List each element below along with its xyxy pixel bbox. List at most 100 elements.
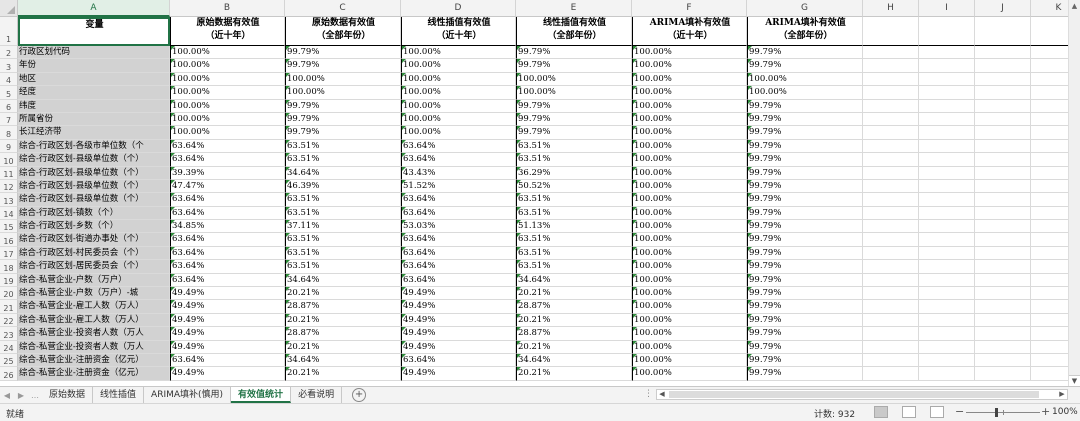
value-cell[interactable]: 39.39% [170, 166, 285, 180]
value-cell[interactable]: 28.87% [516, 327, 632, 341]
value-cell[interactable]: 20.21% [516, 340, 632, 354]
value-cell[interactable]: 63.64% [170, 193, 285, 207]
empty-cell[interactable] [975, 139, 1031, 154]
page-break-view-icon[interactable] [930, 406, 944, 418]
value-cell[interactable]: 51.52% [401, 179, 516, 194]
variable-name-cell[interactable]: 综合-行政区划-居民委员会（个） [18, 260, 170, 274]
value-cell[interactable]: 49.49% [170, 327, 285, 341]
sheet-tab[interactable]: 必看说明 [291, 387, 343, 403]
value-cell[interactable]: 100.00% [632, 340, 747, 354]
value-cell[interactable]: 49.49% [401, 313, 516, 328]
empty-cell[interactable] [863, 206, 919, 221]
variable-name-cell[interactable]: 年份 [18, 59, 170, 73]
value-cell[interactable]: 99.79% [516, 99, 632, 113]
row-number[interactable]: 16 [0, 233, 18, 247]
row-number[interactable]: 24 [0, 340, 18, 354]
value-cell[interactable]: 100.00% [170, 112, 285, 127]
variable-name-cell[interactable]: 综合-行政区划-县级单位数（个） [18, 153, 170, 167]
select-all-corner[interactable] [0, 0, 18, 17]
value-cell[interactable]: 100.00% [632, 193, 747, 207]
row-number[interactable]: 8 [0, 126, 18, 140]
empty-cell[interactable] [919, 313, 975, 328]
variable-name-cell[interactable]: 综合-行政区划-县级单位数（个） [18, 179, 170, 194]
empty-cell[interactable] [975, 46, 1031, 60]
value-cell[interactable]: 100.00% [632, 179, 747, 194]
value-cell[interactable]: 100.00% [632, 367, 747, 381]
value-cell[interactable]: 99.79% [285, 126, 401, 140]
sheet-tab[interactable]: ARIMA填补(慎用) [144, 387, 232, 403]
value-cell[interactable]: 100.00% [401, 126, 516, 140]
sheet-tab[interactable]: 原始数据 [42, 387, 94, 403]
empty-cell[interactable] [863, 353, 919, 368]
value-cell[interactable]: 46.39% [285, 179, 401, 194]
value-cell[interactable]: 100.00% [632, 86, 747, 100]
value-cell[interactable]: 99.79% [747, 367, 863, 381]
value-cell[interactable]: 63.51% [516, 206, 632, 221]
value-cell[interactable]: 100.00% [401, 59, 516, 73]
row-number[interactable]: 26 [0, 367, 18, 381]
value-cell[interactable]: 100.00% [170, 46, 285, 60]
value-cell[interactable]: 34.85% [170, 220, 285, 234]
value-cell[interactable]: 63.51% [285, 246, 401, 261]
value-cell[interactable]: 100.00% [632, 99, 747, 113]
value-cell[interactable]: 100.00% [632, 233, 747, 247]
value-cell[interactable]: 20.21% [516, 313, 632, 328]
value-cell[interactable]: 99.79% [516, 59, 632, 73]
value-cell[interactable]: 63.51% [285, 153, 401, 167]
value-cell[interactable]: 99.79% [747, 99, 863, 113]
empty-cell[interactable] [975, 246, 1031, 261]
column-title-cell[interactable]: ARIMA填补有效值 （近十年） [632, 17, 747, 46]
value-cell[interactable]: 63.51% [516, 153, 632, 167]
empty-cell[interactable] [919, 126, 975, 140]
empty-cell[interactable] [975, 367, 1031, 381]
value-cell[interactable]: 20.21% [285, 287, 401, 301]
variable-name-cell[interactable]: 综合-行政区划-镇数（个） [18, 206, 170, 221]
empty-cell[interactable] [919, 220, 975, 234]
row-number[interactable]: 14 [0, 206, 18, 221]
empty-cell[interactable] [975, 313, 1031, 328]
value-cell[interactable]: 100.00% [170, 59, 285, 73]
value-cell[interactable]: 53.03% [401, 220, 516, 234]
value-cell[interactable]: 99.79% [285, 112, 401, 127]
empty-cell[interactable] [919, 153, 975, 167]
empty-cell[interactable] [919, 206, 975, 221]
value-cell[interactable]: 99.79% [747, 139, 863, 154]
value-cell[interactable]: 100.00% [632, 126, 747, 140]
value-cell[interactable]: 100.00% [632, 139, 747, 154]
value-cell[interactable]: 99.79% [747, 327, 863, 341]
scroll-up-icon[interactable]: ▲ [1071, 2, 1078, 12]
value-cell[interactable]: 100.00% [170, 72, 285, 87]
empty-cell[interactable] [919, 86, 975, 100]
zoom-in-icon[interactable]: + [1041, 405, 1050, 418]
empty-cell[interactable] [863, 112, 919, 127]
row-number[interactable]: 12 [0, 179, 18, 194]
column-title-cell[interactable]: 变量 [18, 17, 170, 46]
empty-cell[interactable] [975, 260, 1031, 274]
column-header-i[interactable]: I [919, 0, 975, 17]
value-cell[interactable]: 63.64% [170, 139, 285, 154]
value-cell[interactable]: 63.51% [285, 139, 401, 154]
empty-cell[interactable] [919, 72, 975, 87]
empty-cell[interactable] [863, 367, 919, 381]
value-cell[interactable]: 63.64% [170, 153, 285, 167]
value-cell[interactable]: 100.00% [632, 72, 747, 87]
value-cell[interactable]: 99.79% [747, 233, 863, 247]
row-number[interactable]: 9 [0, 139, 18, 154]
more-sheets-icon[interactable]: … [28, 391, 42, 400]
value-cell[interactable]: 100.00% [285, 86, 401, 100]
empty-cell[interactable] [863, 166, 919, 180]
column-header-b[interactable]: B [170, 0, 285, 17]
value-cell[interactable]: 100.00% [632, 353, 747, 368]
value-cell[interactable]: 100.00% [632, 260, 747, 274]
empty-cell[interactable] [975, 193, 1031, 207]
value-cell[interactable]: 100.00% [632, 287, 747, 301]
row-number[interactable]: 10 [0, 153, 18, 167]
normal-view-icon[interactable] [874, 406, 888, 418]
sheet-tab[interactable]: 线性插值 [93, 387, 145, 403]
empty-cell[interactable] [919, 246, 975, 261]
value-cell[interactable]: 100.00% [632, 46, 747, 60]
empty-cell[interactable] [919, 340, 975, 354]
value-cell[interactable]: 37.11% [285, 220, 401, 234]
empty-cell[interactable] [975, 353, 1031, 368]
value-cell[interactable]: 99.79% [747, 220, 863, 234]
